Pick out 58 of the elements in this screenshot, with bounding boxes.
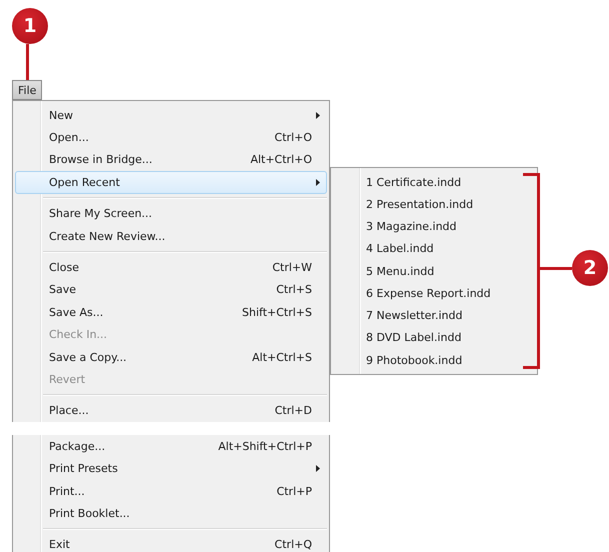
leader-line (538, 266, 572, 270)
menu-item-label: Save (49, 283, 76, 296)
shortcut-text: Ctrl+O (274, 131, 312, 144)
menu-item-label: Browse in Bridge... (49, 153, 152, 166)
menu-item[interactable]: Open Recent (15, 171, 327, 194)
menu-item-label: Print Presets (49, 462, 118, 476)
menu-item[interactable]: Browse in Bridge... Alt+Ctrl+O (15, 148, 327, 172)
menu-item[interactable]: Create New Review... (15, 224, 327, 248)
recent-file-item[interactable]: 7 Newsletter.indd (331, 304, 537, 327)
recent-file-item[interactable]: 3 Magazine.indd (331, 216, 537, 238)
menu-item[interactable]: Save As... Shift+Ctrl+S (15, 301, 327, 324)
menu-item[interactable]: Print... Ctrl+P (15, 480, 327, 502)
shortcut-text: Ctrl+W (272, 261, 312, 274)
menu-item-label: Open... (49, 131, 89, 144)
recent-file-item[interactable]: 5 Menu.indd (331, 260, 537, 282)
shortcut-text: Ctrl+S (276, 283, 312, 296)
shortcut-text: Ctrl+P (276, 484, 312, 498)
menu-item[interactable]: Close Ctrl+W (15, 256, 327, 279)
shortcut-text: Alt+Ctrl+O (250, 153, 312, 166)
shortcut-text: Alt+Shift+Ctrl+P (218, 440, 312, 453)
menu-item-label: Revert (49, 372, 86, 386)
menu-item-label: Open Recent (49, 176, 120, 189)
recent-file-item[interactable]: 8 DVD Label.indd (331, 326, 537, 349)
menu-item-label: Package... (49, 440, 106, 453)
menu-item-label: Exit (49, 538, 70, 552)
recent-file-item[interactable]: 4 Label.indd (331, 238, 537, 260)
menu-item-label: Place... (49, 404, 89, 418)
callout-badge: 1 (12, 8, 48, 44)
menu-item[interactable]: Save a Copy... Alt+Ctrl+S (15, 346, 327, 368)
menu-item[interactable]: Open... Ctrl+O (15, 126, 327, 149)
callout-badge: 2 (572, 250, 608, 286)
menu-item-label: Save As... (49, 306, 104, 319)
menu-item-label: Print... (49, 484, 85, 498)
shortcut-text: Ctrl+Q (274, 538, 312, 552)
menu-item-label: Share My Screen... (49, 207, 152, 220)
shortcut-text: Alt+Ctrl+S (252, 350, 312, 364)
recent-file-item[interactable]: 6 Expense Report.indd (331, 282, 537, 304)
leader-line (26, 44, 28, 80)
menu-item-label: Create New Review... (49, 230, 166, 243)
shortcut-text: Ctrl+D (274, 404, 312, 418)
menu-item[interactable]: New (15, 104, 327, 126)
menu-item-label: Close (49, 261, 79, 274)
menu-item[interactable]: Place... Ctrl+D (15, 400, 327, 422)
menu-item-label: Check In... (49, 328, 108, 342)
menu-item[interactable]: Print Presets (15, 457, 327, 480)
menu-item[interactable]: Exit Ctrl+Q (15, 534, 327, 552)
file-menu-button[interactable]: File (12, 80, 42, 100)
menu-item[interactable]: Package... Alt+Shift+Ctrl+P (15, 435, 327, 458)
shortcut-text: Shift+Ctrl+S (242, 306, 312, 319)
menu-item[interactable]: Print Booklet... (15, 502, 327, 525)
menu-item[interactable]: Save Ctrl+S (15, 278, 327, 302)
recent-file-item[interactable]: 9 Photobook.indd (331, 349, 537, 372)
recent-file-item[interactable]: 1 Certificate.indd (331, 171, 537, 194)
menu-item[interactable]: Share My Screen... (15, 202, 327, 225)
menu-item-label: New (49, 108, 73, 122)
recent-file-item[interactable]: 2 Presentation.indd (331, 193, 537, 216)
menu-item-label: Save a Copy... (49, 350, 127, 364)
menu-item-label: Print Booklet... (49, 506, 130, 520)
